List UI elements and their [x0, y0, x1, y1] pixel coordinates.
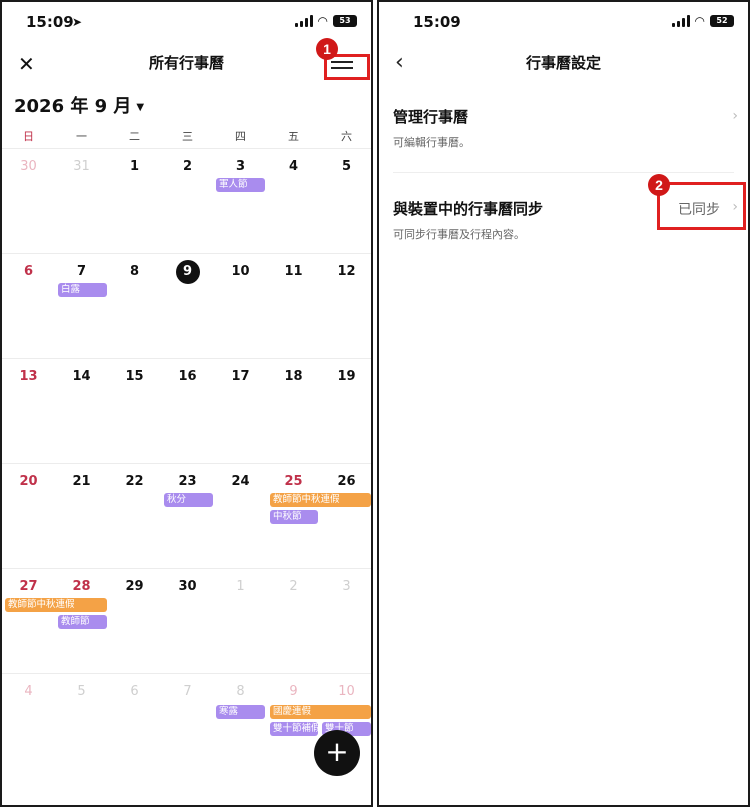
wifi-icon: ◠	[317, 14, 328, 28]
day-cell[interactable]: 27	[2, 579, 55, 594]
day-cell[interactable]: 9	[267, 684, 320, 699]
day-cell[interactable]: 5	[55, 684, 108, 699]
weekday-label: 四	[235, 130, 246, 143]
device-sync-title: 與裝置中的行事曆同步	[393, 200, 544, 218]
week-row: 30 31 1 2 3 4 5 軍人節	[2, 148, 371, 253]
manage-calendars-title: 管理行事曆	[393, 108, 469, 126]
calendar-event[interactable]: 雙十節補假	[270, 722, 318, 736]
status-bar: 15:09 ➤ ◠ 53	[2, 2, 371, 44]
weekday-header: 日 一 二 三 四 五 六	[2, 128, 371, 144]
divider	[393, 172, 734, 173]
month-label: 2026 年 9 月	[14, 96, 132, 117]
battery-icon: 53	[333, 15, 357, 27]
day-cell[interactable]: 7	[55, 264, 108, 279]
day-cell[interactable]: 10	[214, 264, 267, 279]
day-cell[interactable]: 7	[161, 684, 214, 699]
week-row: 27 28 29 30 1 2 3 教師節中秋連假 教師節	[2, 568, 371, 673]
day-cell[interactable]: 21	[55, 474, 108, 489]
page-title: 所有行事曆	[148, 54, 224, 72]
day-cell[interactable]: 16	[161, 369, 214, 384]
calendar-event[interactable]: 教師節中秋連假	[270, 493, 371, 507]
day-cell[interactable]: 26	[320, 474, 371, 489]
day-cell[interactable]: 23	[161, 474, 214, 489]
day-cell[interactable]: 15	[108, 369, 161, 384]
day-cell[interactable]: 1	[108, 159, 161, 174]
status-time: 15:09	[26, 13, 74, 31]
calendar-settings-panel: 15:09 ◠ 52 ‹ 行事曆設定 管理行事曆 可編輯行事曆。 › 與裝置中的…	[377, 0, 750, 807]
day-cell[interactable]: 30	[2, 159, 55, 174]
day-cell[interactable]: 28	[55, 579, 108, 594]
weekday-label: 三	[182, 130, 193, 143]
calendar-event[interactable]: 寒露	[216, 705, 265, 719]
calendar-event[interactable]: 教師節中秋連假	[5, 598, 107, 612]
calendar-event[interactable]: 白露	[58, 283, 107, 297]
status-icons: ◠ 52	[671, 14, 734, 28]
week-row: 20 21 22 23 24 25 26 秋分 教師節中秋連假 中秋節	[2, 463, 371, 568]
manage-calendars-row[interactable]: 管理行事曆 可編輯行事曆。 ›	[379, 98, 748, 168]
day-cell[interactable]: 18	[267, 369, 320, 384]
calendar-event[interactable]: 軍人節	[216, 178, 265, 192]
battery-icon: 52	[710, 15, 734, 27]
weekday-label: 二	[129, 130, 140, 143]
weekday-label: 五	[288, 130, 299, 143]
add-event-button[interactable]: +	[314, 730, 360, 776]
day-cell[interactable]: 3	[320, 579, 371, 594]
day-cell[interactable]: 8	[214, 684, 267, 699]
signal-icon	[294, 15, 313, 27]
manage-calendars-subtitle: 可編輯行事曆。	[393, 136, 470, 149]
settings-header: ‹ 行事曆設定	[379, 44, 748, 82]
wifi-icon: ◠	[694, 14, 705, 28]
day-cell-today[interactable]: 9	[161, 260, 214, 284]
day-cell[interactable]: 24	[214, 474, 267, 489]
day-cell[interactable]: 2	[267, 579, 320, 594]
status-bar: 15:09 ◠ 52	[379, 2, 748, 44]
day-cell[interactable]: 17	[214, 369, 267, 384]
signal-icon	[671, 15, 690, 27]
caret-down-icon: ▼	[136, 101, 145, 113]
day-cell[interactable]: 12	[320, 264, 371, 279]
day-cell[interactable]: 30	[161, 579, 214, 594]
day-cell[interactable]: 14	[55, 369, 108, 384]
day-cell[interactable]: 2	[161, 159, 214, 174]
day-cell[interactable]: 11	[267, 264, 320, 279]
day-cell[interactable]: 13	[2, 369, 55, 384]
calendar-event[interactable]: 中秋節	[270, 510, 318, 524]
day-cell[interactable]: 31	[55, 159, 108, 174]
calendar-event[interactable]: 教師節	[58, 615, 107, 629]
month-selector[interactable]: 2026 年 9 月 ▼	[14, 92, 144, 118]
annotation-box-2	[657, 182, 746, 230]
day-cell[interactable]: 4	[267, 159, 320, 174]
day-cell[interactable]: 1	[214, 579, 267, 594]
chevron-right-icon: ›	[732, 108, 738, 124]
day-cell[interactable]: 22	[108, 474, 161, 489]
today-marker: 9	[175, 260, 200, 284]
day-cell[interactable]: 6	[108, 684, 161, 699]
day-cell[interactable]: 5	[320, 159, 371, 174]
day-cell[interactable]: 10	[320, 684, 371, 699]
device-sync-subtitle: 可同步行事曆及行程內容。	[393, 228, 525, 241]
day-cell[interactable]: 8	[108, 264, 161, 279]
day-cell[interactable]: 20	[2, 474, 55, 489]
weekday-label: 日	[23, 130, 34, 143]
status-time: 15:09	[413, 13, 461, 31]
page-title: 行事曆設定	[525, 54, 601, 72]
day-cell[interactable]: 6	[2, 264, 55, 279]
weekday-label: 六	[341, 130, 352, 143]
status-icons: ◠ 53	[294, 14, 357, 28]
location-arrow-icon: ➤	[72, 15, 83, 29]
annotation-badge-2: 2	[648, 174, 670, 196]
day-cell[interactable]: 29	[108, 579, 161, 594]
calendar-event[interactable]: 秋分	[164, 493, 213, 507]
day-cell[interactable]: 3	[214, 159, 267, 174]
annotation-badge-1: 1	[316, 38, 338, 60]
weekday-label: 一	[76, 130, 87, 143]
day-cell[interactable]: 19	[320, 369, 371, 384]
day-cell[interactable]: 4	[2, 684, 55, 699]
week-row: 6 7 8 9 10 11 12 白露	[2, 253, 371, 358]
day-cell[interactable]: 25	[267, 474, 320, 489]
calendar-panel: 15:09 ➤ ◠ 53 ✕ 所有行事曆 1 2026 年 9 月 ▼ 日 一 二…	[0, 0, 373, 807]
calendar-event[interactable]: 國慶連假	[270, 705, 371, 719]
week-row: 13 14 15 16 17 18 19	[2, 358, 371, 463]
